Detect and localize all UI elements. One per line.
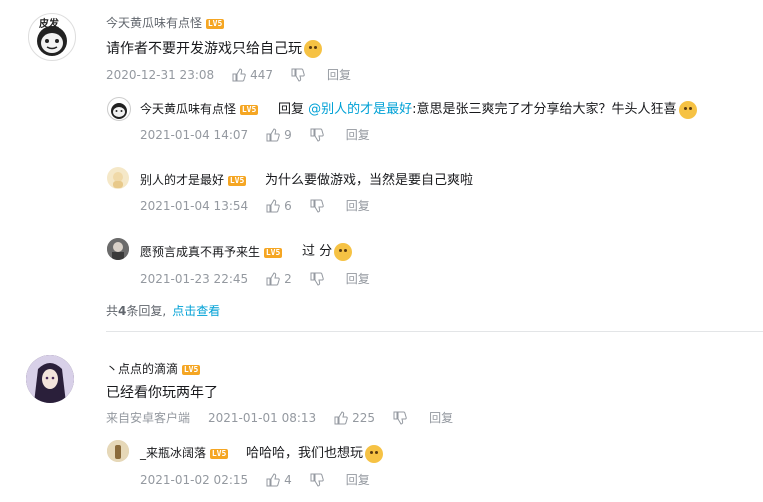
reply-button[interactable]: 回复: [346, 197, 370, 214]
comment-text: 请作者不要开发游戏只给自己玩: [106, 38, 322, 58]
more-replies: 共 4 条回复, 点击查看: [106, 302, 220, 319]
mention-link[interactable]: @别人的才是最好: [308, 102, 412, 117]
avatar[interactable]: [107, 167, 129, 189]
level-badge: LV5: [205, 18, 225, 29]
comment-user[interactable]: 丶点点的滴滴 LV5: [106, 360, 201, 377]
avatar[interactable]: [107, 97, 131, 121]
thumbs-up-icon[interactable]: [266, 271, 280, 286]
avatar[interactable]: [26, 355, 74, 403]
username[interactable]: 丶点点的滴滴: [106, 362, 178, 376]
reply-user[interactable]: 别人的才是最好 LV5: [140, 171, 247, 188]
username[interactable]: 别人的才是最好: [140, 173, 224, 187]
laughing-emoji-icon: [365, 444, 384, 463]
username[interactable]: 今天黄瓜味有点怪: [140, 102, 236, 116]
view-more-replies-link[interactable]: 点击查看: [172, 302, 220, 319]
like-count: 4: [284, 472, 292, 487]
reply-meta: 2021-01-23 22:45 2 回复: [140, 270, 370, 287]
level-badge: LV5: [209, 448, 229, 459]
like-count: 447: [250, 67, 274, 82]
reply-button[interactable]: 回复: [429, 409, 453, 426]
reply-body: :意思是张三爽完了才分享给大家？牛头人狂喜: [412, 102, 677, 117]
comment-body: 已经看你玩两年了: [106, 385, 218, 401]
comment-divider: [106, 331, 763, 332]
thumbs-down-icon[interactable]: [310, 199, 324, 213]
username[interactable]: 今天黄瓜味有点怪: [106, 16, 202, 30]
level-badge: LV5: [227, 175, 247, 186]
reply-text: 回复 @别人的才是最好:意思是张三爽完了才分享给大家？牛头人狂喜: [278, 98, 697, 119]
reply-meta: 2021-01-04 13:54 6 回复: [140, 197, 370, 214]
reply-user[interactable]: 愿预言成真不再予来生 LV5: [140, 243, 283, 260]
reply-button[interactable]: 回复: [346, 126, 370, 143]
anime-avatar-icon: [26, 355, 74, 403]
reply-button[interactable]: 回复: [327, 66, 351, 83]
thumbs-up-icon[interactable]: [232, 67, 246, 82]
reply-button[interactable]: 回复: [346, 471, 370, 488]
reply-user[interactable]: 今天黄瓜味有点怪 LV5: [140, 100, 259, 117]
cat-emoji-icon: [304, 40, 322, 58]
reply-text: 过 分: [302, 240, 353, 261]
like-count: 9: [284, 127, 292, 142]
device-source: 来自安卓客户端: [106, 411, 191, 425]
reply-date: 2021-01-04 13:54: [140, 198, 249, 213]
reply-date: 2021-01-23 22:45: [140, 271, 249, 286]
reply-meta: 2021-01-02 02:15 4 回复: [140, 471, 370, 488]
reply-button[interactable]: 回复: [346, 270, 370, 287]
reply-prefix: 回复: [278, 102, 305, 117]
meme-face-icon: [111, 103, 127, 119]
thumbs-up-icon[interactable]: [266, 127, 280, 142]
avatar[interactable]: [107, 238, 129, 260]
cat-emoji-icon: [334, 242, 353, 261]
avatar-badge-text: 皮发: [39, 19, 59, 30]
like-count: 225: [352, 410, 376, 425]
level-badge: LV5: [181, 364, 201, 375]
laughing-emoji-icon: [678, 100, 697, 119]
avatar[interactable]: 皮发: [28, 13, 76, 61]
comment-date: 2020-12-31 23:08: [106, 67, 215, 82]
avatar[interactable]: [107, 440, 129, 462]
reply-text: 哈哈哈，我们也想玩: [246, 442, 384, 463]
reply-user[interactable]: _来瓶冰阔落 LV5: [140, 444, 229, 461]
level-badge: LV5: [263, 247, 283, 258]
more-replies-suffix: 条回复,: [126, 304, 167, 318]
thumbs-up-icon[interactable]: [334, 410, 348, 425]
comment-meta: 2020-12-31 23:08 447 回复: [106, 66, 351, 83]
reply-meta: 2021-01-04 14:07 9 回复: [140, 126, 370, 143]
like-count: 2: [284, 271, 292, 286]
like-count: 6: [284, 198, 292, 213]
username[interactable]: 愿预言成真不再予来生: [140, 245, 260, 259]
reply-date: 2021-01-02 02:15: [140, 472, 249, 487]
comment-user[interactable]: 今天黄瓜味有点怪 LV5: [106, 14, 225, 31]
character-icon: [113, 172, 123, 188]
bottle-avatar-icon: [107, 440, 129, 462]
thumbs-up-icon[interactable]: [266, 198, 280, 213]
reply-date: 2021-01-04 14:07: [140, 127, 249, 142]
reply-body: 过 分: [302, 244, 333, 259]
thumbs-up-icon[interactable]: [266, 472, 280, 487]
comment-meta: 来自安卓客户端 2021-01-01 08:13 225 回复: [106, 409, 453, 426]
username[interactable]: _来瓶冰阔落: [140, 446, 206, 460]
thumbs-down-icon[interactable]: [393, 411, 407, 425]
more-replies-prefix: 共: [106, 304, 119, 318]
comment-body: 请作者不要开发游戏只给自己玩: [106, 41, 302, 57]
reply-body: 哈哈哈，我们也想玩: [246, 446, 364, 461]
thumbs-down-icon[interactable]: [310, 272, 324, 286]
level-badge: LV5: [239, 104, 259, 115]
comment-date: 2021-01-01 08:13: [208, 410, 317, 425]
thumbs-down-icon[interactable]: [291, 68, 305, 82]
thumbs-down-icon[interactable]: [310, 473, 324, 487]
reply-body: 为什么要做游戏，当然是要自己爽啦: [265, 173, 474, 188]
reply-text: 为什么要做游戏，当然是要自己爽啦: [265, 169, 473, 188]
thumbs-down-icon[interactable]: [310, 128, 324, 142]
comment-text: 已经看你玩两年了: [106, 382, 218, 402]
more-replies-count: 4: [118, 303, 127, 318]
portrait-icon: [107, 238, 129, 260]
